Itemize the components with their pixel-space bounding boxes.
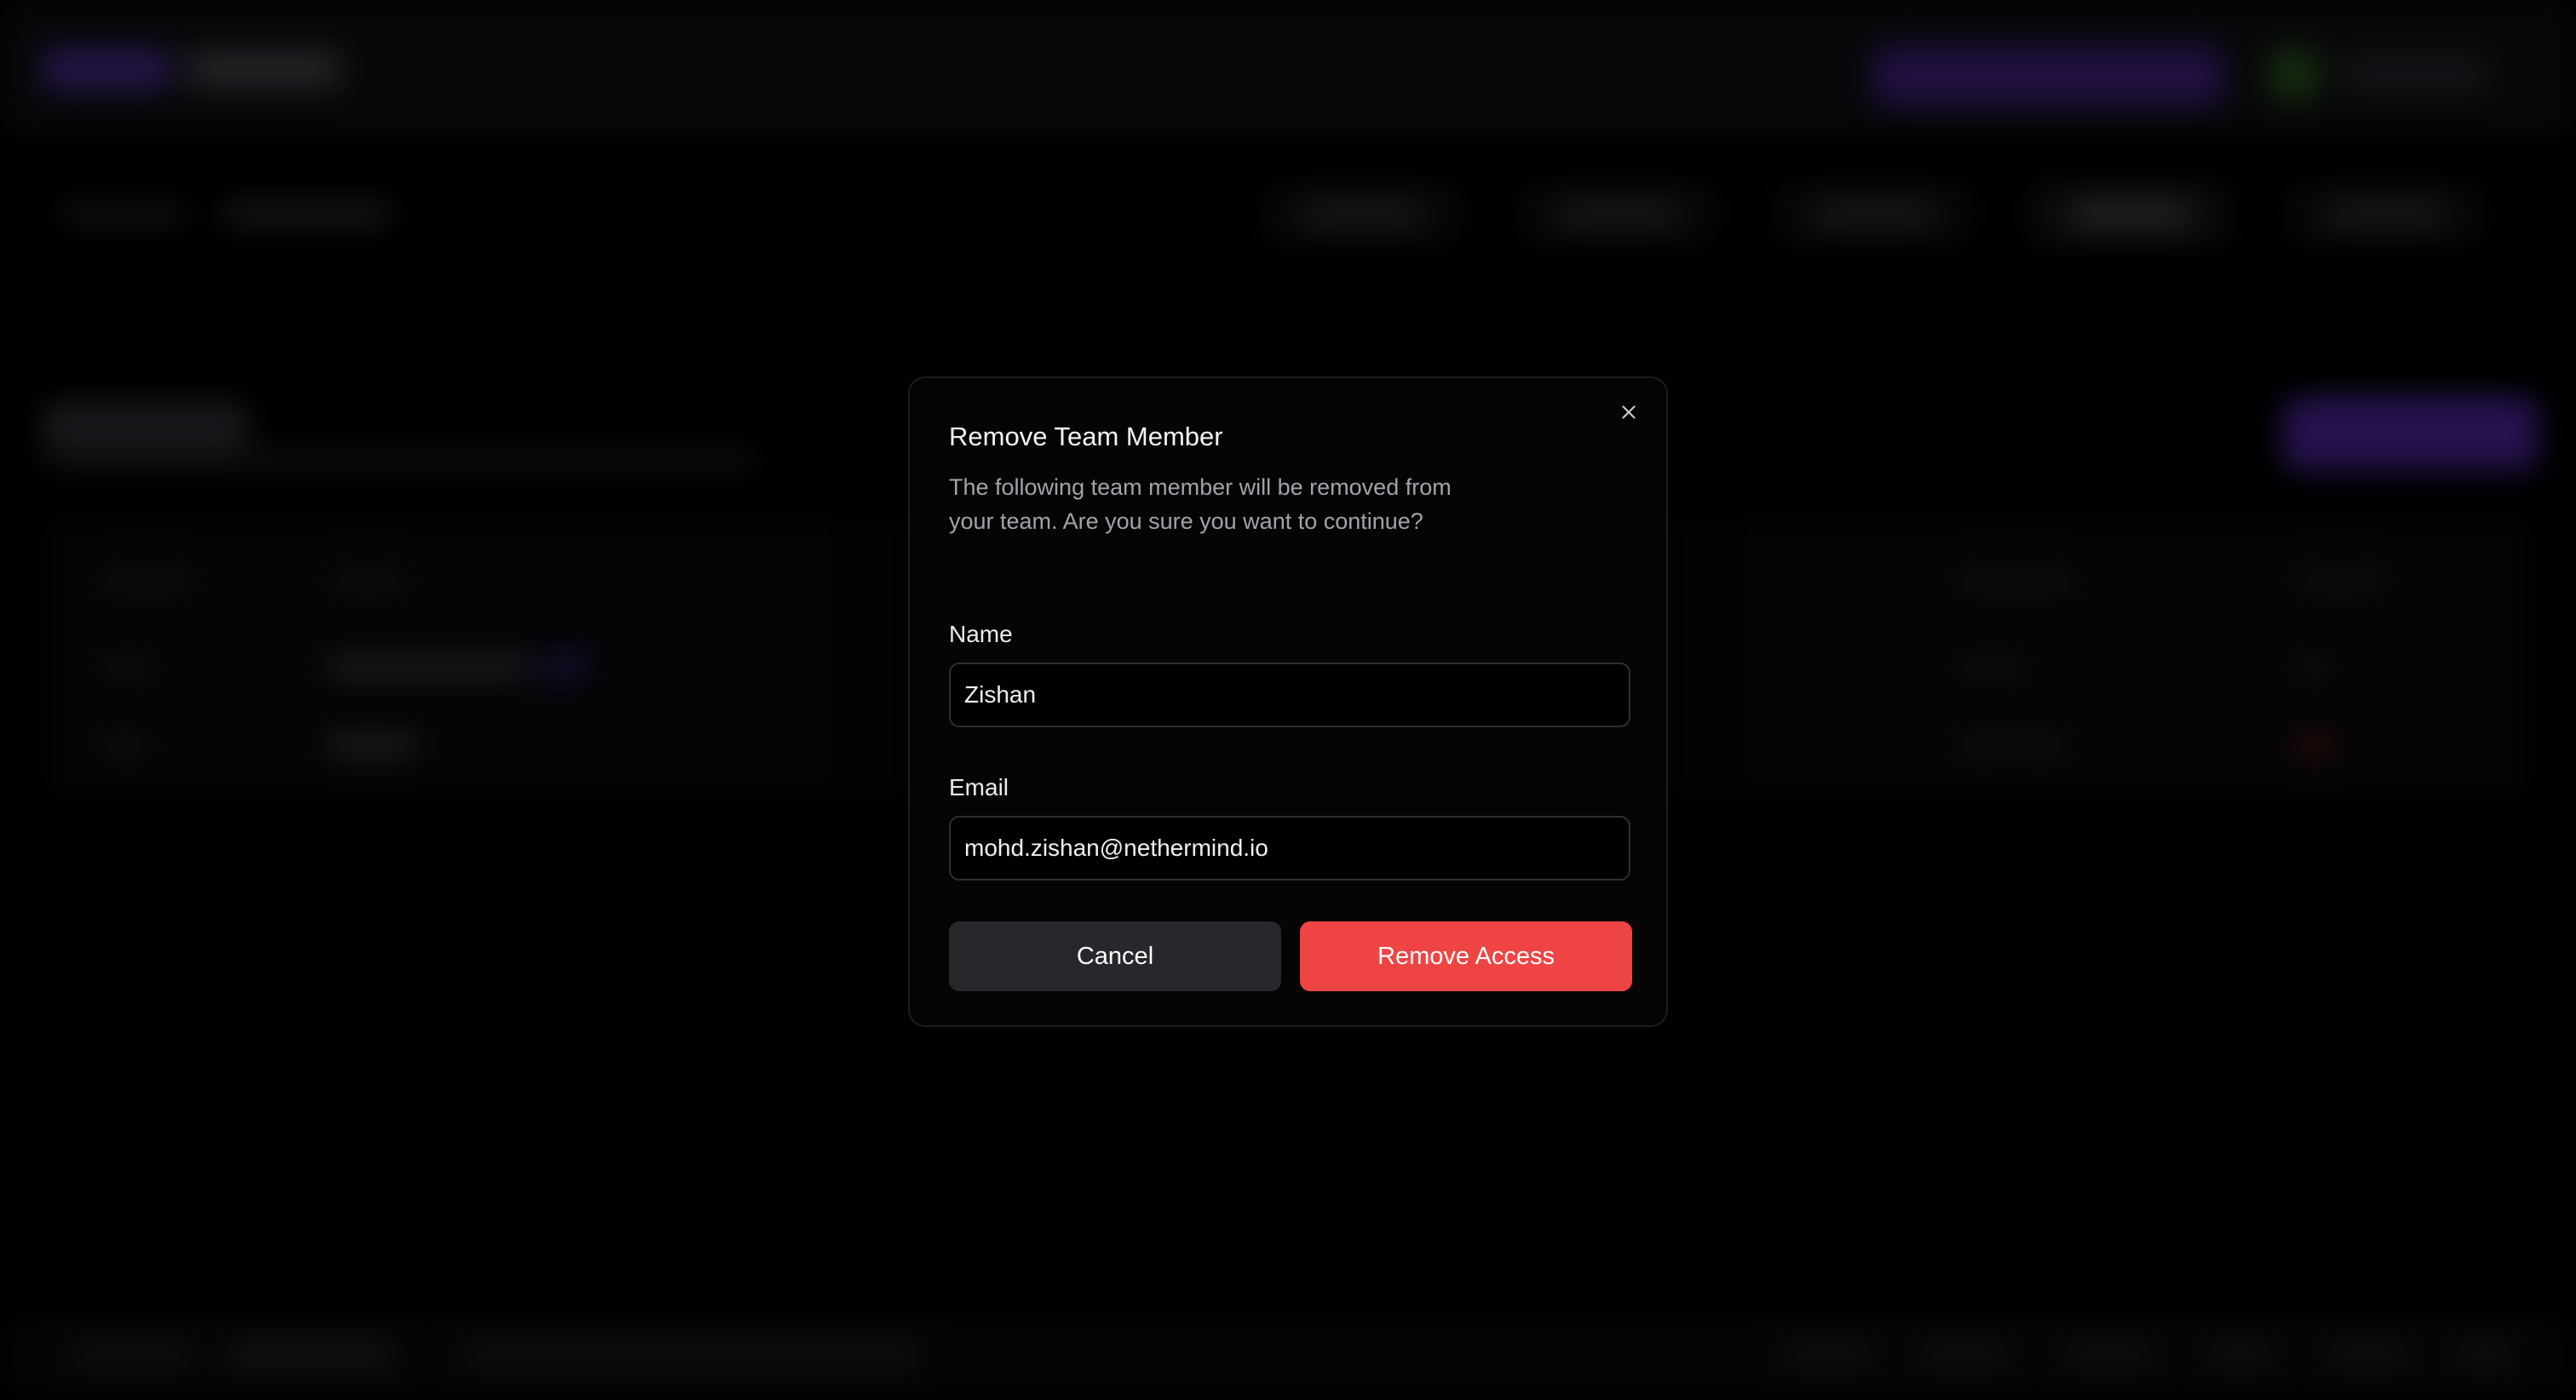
close-button[interactable] <box>1610 393 1647 431</box>
remove-member-dialog: Remove Team Member The following team me… <box>908 376 1668 1027</box>
dialog-description: The following team member will be remove… <box>949 474 1452 534</box>
name-label: Name <box>949 621 1013 647</box>
email-field[interactable] <box>949 816 1630 881</box>
dialog-title: Remove Team Member <box>949 422 1223 451</box>
close-icon <box>1622 405 1636 419</box>
name-field[interactable] <box>949 663 1630 727</box>
remove-access-button[interactable]: Remove Access <box>1300 921 1632 991</box>
email-label: Email <box>949 774 1009 800</box>
page: Remove Team Member The following team me… <box>0 0 2576 1400</box>
cancel-button[interactable]: Cancel <box>949 921 1281 991</box>
